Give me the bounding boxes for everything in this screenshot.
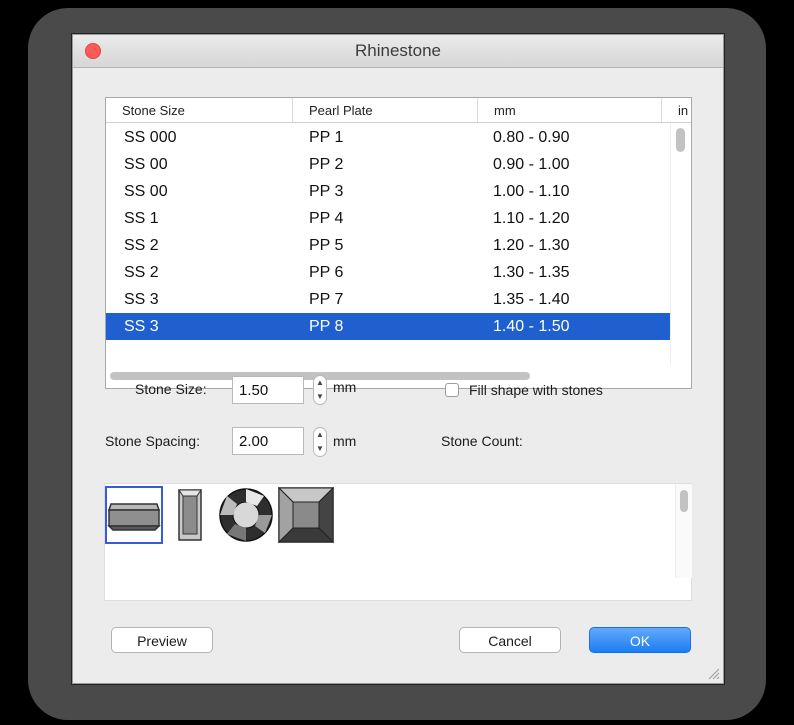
table-cell: PP 8 [309, 318, 344, 335]
table-cell: PP 4 [309, 210, 344, 227]
preview-button[interactable]: Preview [111, 627, 213, 653]
table-row[interactable]: SS 3 PP 8 1.40 - 1.50 [106, 313, 670, 340]
stone-count-label: Stone Count: [441, 433, 523, 449]
stone-size-stepper[interactable]: ▲ ▼ [313, 375, 327, 405]
table-row[interactable]: SS 000 PP 1 0.80 - 0.90 [106, 124, 670, 151]
stepper-down-icon[interactable]: ▼ [314, 390, 326, 404]
table-cell: 1.30 - 1.35 [493, 264, 570, 281]
cancel-button[interactable]: Cancel [459, 627, 561, 653]
column-header-mm[interactable]: mm [478, 98, 662, 122]
stone-size-table[interactable]: Stone Size Pearl Plate mm in SS 000 PP 1 0… [105, 97, 692, 389]
fill-shape-label[interactable]: Fill shape with stones [469, 382, 603, 398]
table-cell: SS 000 [124, 129, 177, 146]
rhinestone-dialog: Rhinestone Stone Size Pearl Plate mm in … [72, 34, 724, 684]
stepper-up-icon[interactable]: ▲ [314, 428, 326, 442]
flat-stone-front-icon [178, 489, 202, 541]
table-cell: 1.35 - 1.40 [493, 291, 570, 308]
table-cell: SS 00 [124, 156, 168, 173]
table-cell: PP 3 [309, 183, 344, 200]
table-cell: 0.80 - 0.90 [493, 129, 570, 146]
round-cut-stone-icon [219, 488, 273, 542]
table-row[interactable]: SS 00 PP 3 1.00 - 1.10 [106, 178, 670, 205]
table-vertical-scrollbar[interactable] [670, 124, 691, 364]
ok-button[interactable]: OK [589, 627, 691, 653]
stone-spacing-label: Stone Spacing: [105, 433, 200, 449]
table-cell: PP 2 [309, 156, 344, 173]
table-row[interactable]: SS 00 PP 2 0.90 - 1.00 [106, 151, 670, 178]
table-cell: SS 2 [124, 264, 159, 281]
resize-grip-icon[interactable] [707, 667, 719, 679]
table-vertical-scroll-thumb[interactable] [676, 128, 685, 152]
table-cell: SS 1 [124, 210, 159, 227]
stone-size-input[interactable] [232, 376, 304, 404]
shape-list-scrollbar[interactable] [675, 484, 692, 578]
shape-option-flat-front[interactable] [171, 486, 211, 544]
table-cell: PP 6 [309, 264, 344, 281]
table-cell: PP 5 [309, 237, 344, 254]
table-row[interactable]: SS 2 PP 5 1.20 - 1.30 [106, 232, 670, 259]
table-cell: 1.20 - 1.30 [493, 237, 570, 254]
square-cut-stone-icon [277, 486, 335, 544]
fill-shape-checkbox[interactable] [445, 383, 459, 397]
shape-option-round-cut[interactable] [217, 486, 275, 544]
table-cell: 1.00 - 1.10 [493, 183, 570, 200]
stone-spacing-stepper[interactable]: ▲ ▼ [313, 427, 327, 457]
table-cell: SS 3 [124, 318, 159, 335]
column-header-pearl-plate[interactable]: Pearl Plate [293, 98, 478, 122]
table-cell: SS 2 [124, 237, 159, 254]
table-cell: 0.90 - 1.00 [493, 156, 570, 173]
title-bar: Rhinestone [73, 35, 723, 68]
table-row[interactable]: SS 1 PP 4 1.10 - 1.20 [106, 205, 670, 232]
stone-spacing-unit: mm [333, 433, 357, 449]
shape-list-scroll-thumb[interactable] [680, 490, 688, 512]
shape-option-flat-side[interactable] [105, 486, 163, 544]
stone-spacing-input[interactable] [232, 427, 304, 455]
table-cell: 1.40 - 1.50 [493, 318, 570, 335]
table-cell: PP 1 [309, 129, 344, 146]
stone-shape-list[interactable] [104, 483, 692, 601]
column-header-in[interactable]: in [662, 98, 691, 122]
flat-stone-side-icon [107, 503, 161, 531]
stepper-up-icon[interactable]: ▲ [314, 376, 326, 390]
table-row[interactable]: SS 2 PP 6 1.30 - 1.35 [106, 259, 670, 286]
table-cell: 1.10 - 1.20 [493, 210, 570, 227]
stepper-down-icon[interactable]: ▼ [314, 442, 326, 456]
stone-size-label: Stone Size: [135, 381, 207, 397]
table-cell: SS 00 [124, 183, 168, 200]
table-header: Stone Size Pearl Plate mm in [106, 98, 691, 123]
table-cell: PP 7 [309, 291, 344, 308]
column-header-stone-size[interactable]: Stone Size [106, 98, 293, 122]
window-title: Rhinestone [354, 41, 441, 60]
table-row[interactable]: SS 3 PP 7 1.35 - 1.40 [106, 286, 670, 313]
shape-option-square-cut[interactable] [277, 486, 335, 544]
stone-size-unit: mm [333, 379, 357, 395]
table-cell: SS 3 [124, 291, 159, 308]
